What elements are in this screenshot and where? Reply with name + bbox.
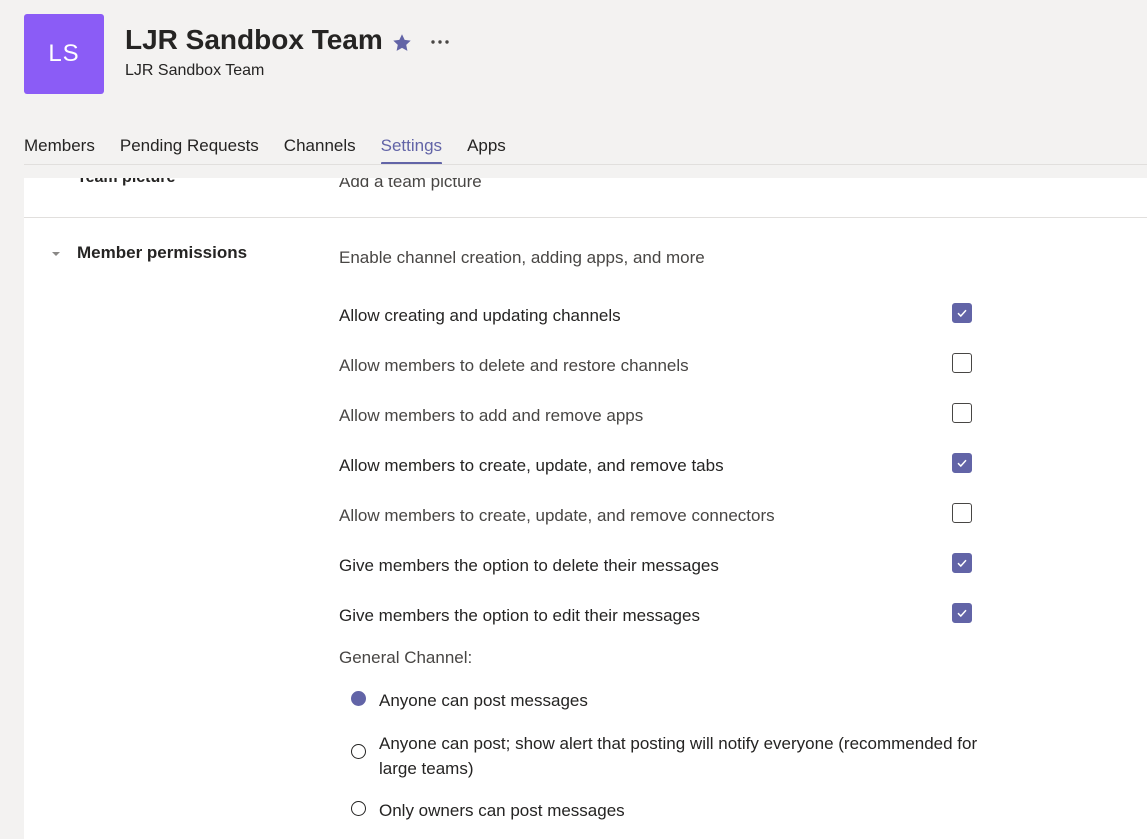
permission-row: Allow members to create, update, and rem… <box>339 503 979 530</box>
tab-settings[interactable]: Settings <box>380 136 443 165</box>
settings-panel: Team picture Add a team picture Member p… <box>24 178 1147 839</box>
star-icon[interactable] <box>391 32 413 54</box>
permission-row: Allow members to delete and restore chan… <box>339 353 979 380</box>
permission-checkbox[interactable] <box>952 453 972 473</box>
permission-checkbox[interactable] <box>952 503 972 523</box>
permission-label: Give members the option to edit their me… <box>339 606 700 625</box>
permission-row: Give members the option to delete their … <box>339 553 979 580</box>
tab-members[interactable]: Members <box>24 136 95 164</box>
permission-row: Give members the option to edit their me… <box>339 603 979 630</box>
radio-button[interactable] <box>351 744 366 759</box>
permission-checkbox[interactable] <box>952 353 972 373</box>
permission-row: Allow members to create, update, and rem… <box>339 453 979 480</box>
radio-label[interactable]: Only owners can post messages <box>379 798 989 823</box>
checkmark-icon <box>957 559 967 568</box>
radio-button[interactable] <box>351 691 366 706</box>
permission-checkbox[interactable] <box>952 403 972 423</box>
tab-channels[interactable]: Channels <box>284 136 356 164</box>
team-title: LJR Sandbox Team <box>125 24 383 55</box>
tab-bar: Members Pending Requests Channels Settin… <box>24 136 531 165</box>
radio-button[interactable] <box>351 801 366 816</box>
general-channel-option: Anyone can post messages <box>351 688 991 713</box>
team-header: LS LJR Sandbox Team LJR Sandbox Team <box>0 0 1147 120</box>
permission-label: Allow members to add and remove apps <box>339 406 644 425</box>
permission-checkbox[interactable] <box>952 603 972 623</box>
permission-label: Allow members to create, update, and rem… <box>339 506 775 525</box>
permission-label: Allow members to create, update, and rem… <box>339 456 724 475</box>
permission-row: Allow creating and updating channels <box>339 303 979 330</box>
checkmark-icon <box>957 609 967 618</box>
permission-checkbox[interactable] <box>952 303 972 323</box>
radio-label[interactable]: Anyone can post messages <box>379 688 989 713</box>
more-options-icon[interactable] <box>428 30 452 54</box>
team-avatar: LS <box>24 14 104 94</box>
radio-label[interactable]: Anyone can post; show alert that posting… <box>379 731 989 781</box>
general-channel-label: General Channel: <box>339 648 473 667</box>
checkmark-icon <box>957 309 967 318</box>
team-picture-description: Add a team picture <box>339 178 482 191</box>
team-subtitle: LJR Sandbox Team <box>125 62 265 79</box>
permission-label: Give members the option to delete their … <box>339 556 719 575</box>
member-permissions-title[interactable]: Member permissions <box>77 243 247 263</box>
general-channel-option: Anyone can post; show alert that posting… <box>351 731 991 781</box>
permission-checkbox[interactable] <box>952 553 972 573</box>
permission-label: Allow members to delete and restore chan… <box>339 356 689 375</box>
tab-divider <box>24 164 1147 165</box>
permission-row: Allow members to add and remove apps <box>339 403 979 430</box>
general-channel-option: Only owners can post messages <box>351 798 991 823</box>
permission-label: Allow creating and updating channels <box>339 306 621 325</box>
avatar-initials: LS <box>48 40 80 67</box>
team-picture-title[interactable]: Team picture <box>77 178 175 187</box>
chevron-down-icon[interactable] <box>51 249 61 259</box>
member-permissions-description: Enable channel creation, adding apps, an… <box>339 248 705 267</box>
tab-pending-requests[interactable]: Pending Requests <box>120 136 259 164</box>
team-picture-section[interactable]: Team picture Add a team picture <box>24 178 1147 218</box>
tab-apps[interactable]: Apps <box>467 136 506 164</box>
checkmark-icon <box>957 459 967 468</box>
